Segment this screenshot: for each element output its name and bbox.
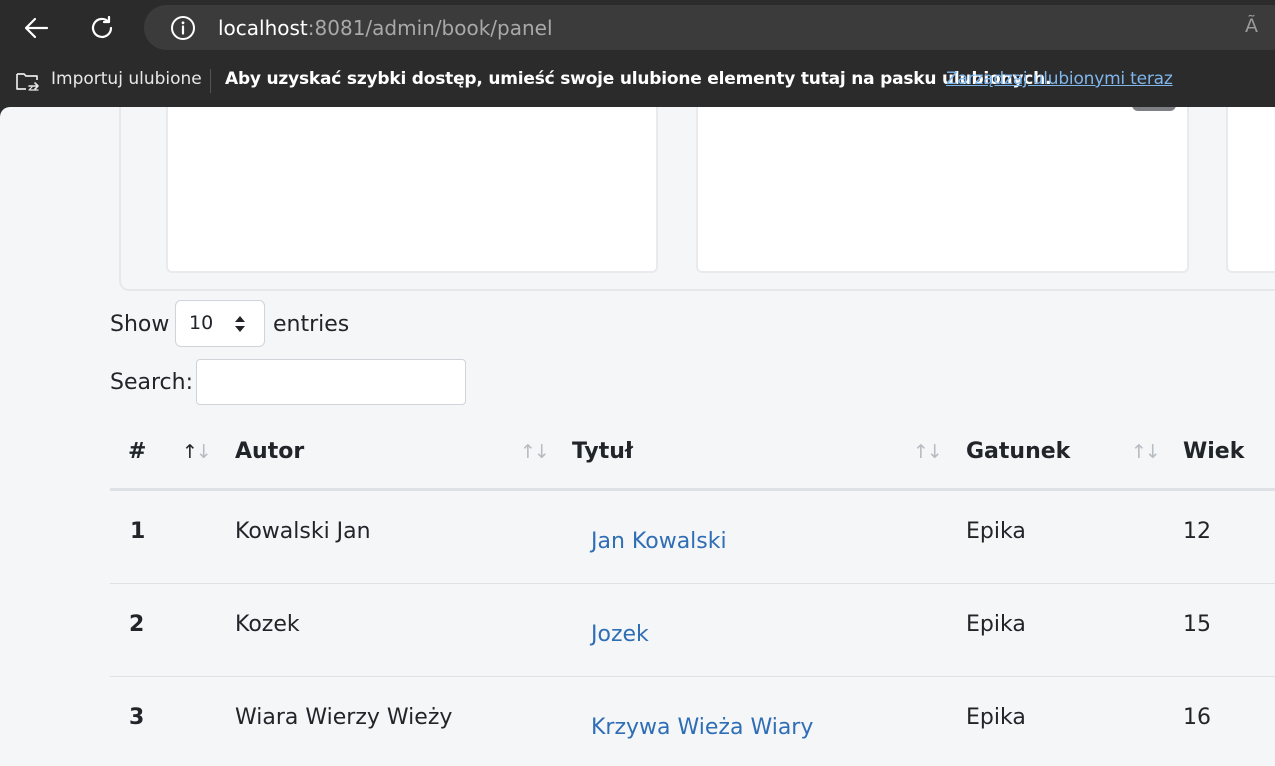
cell-wiek: 16 — [1183, 705, 1211, 730]
sort-icon[interactable]: ↑↓ — [182, 441, 212, 463]
card-badge — [1132, 107, 1176, 111]
import-favorites-button[interactable]: Importuj ulubione — [51, 69, 202, 89]
page-content: Show 10 entries Search: # ↑↓ Autor ↑↓ Ty… — [0, 107, 1275, 766]
cell-autor: Kozek — [235, 612, 300, 637]
show-label: Show — [110, 312, 170, 337]
info-icon[interactable] — [170, 15, 196, 41]
cell-gatunek: Epika — [966, 612, 1026, 637]
column-header-tytul[interactable]: Tytuł — [572, 439, 633, 464]
url-path: :8081/admin/book/panel — [307, 16, 553, 40]
sort-icon[interactable]: ↑↓ — [913, 441, 943, 463]
table-row: 3 Wiara Wierzy Wieży Krzywa Wieża Wiary … — [110, 677, 1275, 766]
cell-tytul-link[interactable]: Jozek — [591, 622, 649, 647]
cell-wiek: 12 — [1183, 519, 1211, 544]
sort-icon[interactable]: ↑↓ — [1131, 441, 1161, 463]
search-input[interactable] — [196, 359, 466, 405]
cell-number: 2 — [129, 612, 145, 637]
back-button[interactable] — [16, 8, 56, 48]
favorites-divider — [210, 69, 211, 93]
sort-icon[interactable]: ↑↓ — [520, 441, 550, 463]
arrow-left-icon — [24, 17, 49, 39]
cell-gatunek: Epika — [966, 519, 1026, 544]
url-host: localhost — [218, 16, 308, 40]
reload-icon — [91, 15, 113, 38]
column-header-number[interactable]: # — [128, 439, 146, 464]
cell-wiek: 15 — [1183, 612, 1211, 637]
entries-length-value: 10 — [189, 312, 214, 334]
url-text: localhost:8081/admin/book/panel — [218, 16, 553, 40]
column-header-autor[interactable]: Autor — [235, 439, 304, 464]
table-row: 2 Kozek Jozek Epika 15 — [110, 584, 1275, 677]
cell-tytul-link[interactable]: Krzywa Wieża Wiary — [591, 715, 813, 740]
card — [166, 107, 658, 273]
reload-button[interactable] — [82, 8, 122, 48]
entries-label: entries — [273, 312, 350, 337]
cell-tytul-link[interactable]: Jan Kowalski — [591, 529, 727, 554]
import-favorites-icon[interactable] — [14, 68, 41, 94]
cell-autor: Wiara Wierzy Wieży — [235, 705, 453, 730]
column-header-gatunek[interactable]: Gatunek — [966, 439, 1070, 464]
table-row: 1 Kowalski Jan Jan Kowalski Epika 12 — [110, 491, 1275, 584]
read-aloud-icon[interactable]: Ã — [1245, 15, 1258, 37]
favorites-bar: Importuj ulubione Aby uzyskać szybki dos… — [0, 56, 1275, 106]
cell-number: 1 — [130, 519, 146, 544]
cell-autor: Kowalski Jan — [235, 519, 371, 544]
column-header-wiek[interactable]: Wiek — [1183, 439, 1244, 464]
manage-favorites-link[interactable]: Zarządzaj ulubionymi teraz — [946, 69, 1173, 89]
browser-toolbar: localhost:8081/admin/book/panel Ã — [0, 0, 1275, 56]
card — [1226, 107, 1275, 273]
search-label: Search: — [110, 370, 193, 395]
select-arrows-icon — [235, 316, 245, 332]
cell-number: 3 — [129, 705, 145, 730]
address-bar[interactable]: localhost:8081/admin/book/panel Ã — [144, 5, 1275, 50]
entries-length-select[interactable]: 10 — [175, 300, 265, 347]
cell-gatunek: Epika — [966, 705, 1026, 730]
favorites-message: Aby uzyskać szybki dostęp, umieść swoje … — [225, 69, 1052, 89]
card — [696, 107, 1189, 273]
